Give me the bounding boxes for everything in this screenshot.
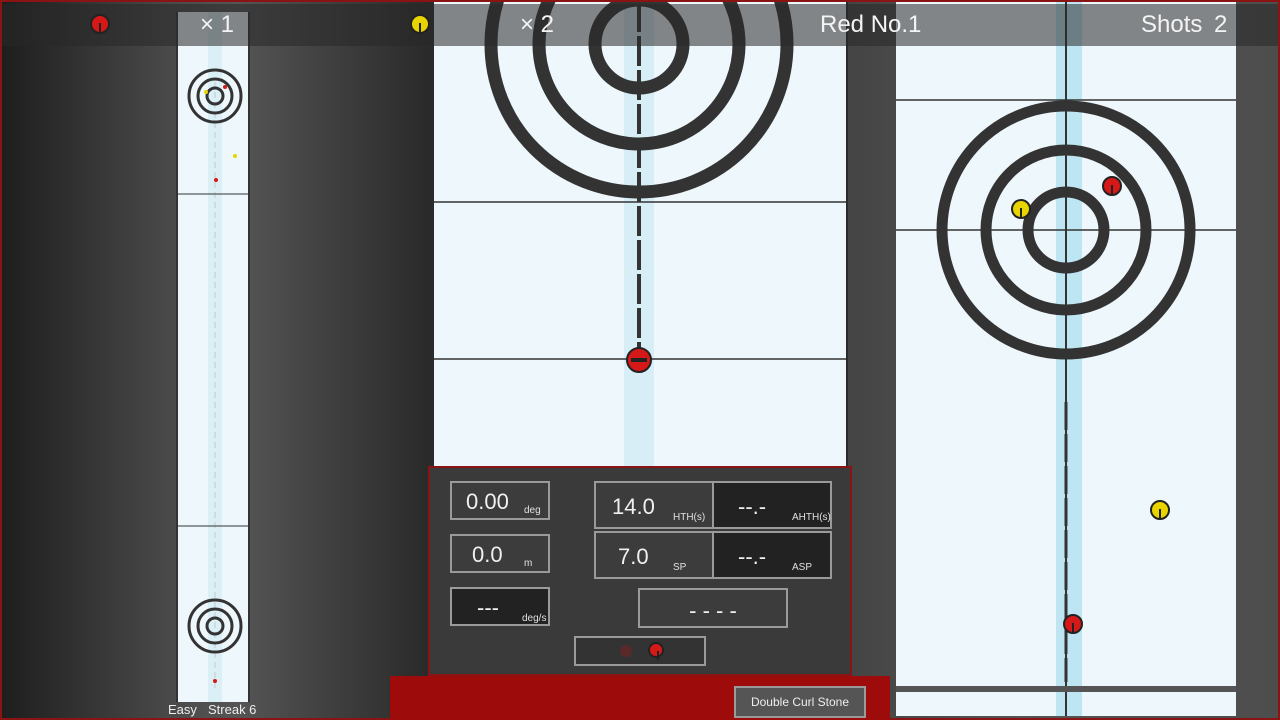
current-stone-icon <box>648 642 664 660</box>
red-stone-count: × 1 <box>200 11 235 38</box>
spin-unit: deg/s <box>522 613 547 624</box>
sp-display: 7.0 SP <box>594 531 714 579</box>
red-stone <box>1102 176 1122 196</box>
result-value: - - - - <box>689 598 737 623</box>
stone-selector[interactable] <box>574 636 706 666</box>
sp-label: SP <box>673 562 687 573</box>
house-view <box>896 2 1236 716</box>
asp-value: --.- <box>738 544 767 569</box>
delivery-view-markings <box>434 2 846 466</box>
angle-unit: deg <box>524 505 541 516</box>
current-shooter: Red No.1 <box>820 11 922 38</box>
hth-value: 14.0 <box>612 494 655 519</box>
hth-label: HTH(s) <box>673 512 706 523</box>
offset-value: 0.0 <box>472 542 503 567</box>
angle-value: 0.00 <box>466 489 509 514</box>
yellow-stone-count: × 2 <box>520 11 555 38</box>
house-view-markings <box>896 2 1236 716</box>
offset-unit: m <box>524 558 533 569</box>
sheet-overview-markings <box>178 12 248 702</box>
spin-value: --- <box>477 595 499 620</box>
yellow-stone <box>1011 199 1031 219</box>
result-display: - - - - <box>638 588 788 628</box>
shots-value: 2 <box>1214 11 1228 38</box>
asp-label: ASP <box>792 562 813 573</box>
delivery-view <box>434 2 846 466</box>
red-stone <box>1063 614 1083 634</box>
streak-label: Streak 6 <box>208 702 257 717</box>
previous-stone-icon <box>620 645 632 657</box>
hth-display: 14.0 HTH(s) <box>594 481 714 529</box>
asp-display: --.- ASP <box>712 531 832 579</box>
red-stone-icon <box>90 14 110 34</box>
sheet-overview <box>176 12 250 702</box>
difficulty-label: Easy <box>168 702 197 717</box>
offset-input[interactable]: 0.0 m <box>450 534 550 573</box>
sp-value: 7.0 <box>618 544 649 569</box>
yellow-stone <box>1150 500 1170 520</box>
ahth-value: --.- <box>738 494 767 519</box>
scoreboard-bar <box>2 4 1278 46</box>
angle-input[interactable]: 0.00 deg <box>450 481 550 520</box>
ahth-label: AHTH(s) <box>792 512 831 523</box>
yellow-stone-icon <box>410 14 430 34</box>
shots-label: Shots <box>1141 11 1203 38</box>
spin-input[interactable]: --- deg/s <box>450 587 550 626</box>
ahth-display: --.- AHTH(s) <box>712 481 832 529</box>
double-curl-stone-button[interactable]: Double Curl Stone <box>734 686 866 718</box>
